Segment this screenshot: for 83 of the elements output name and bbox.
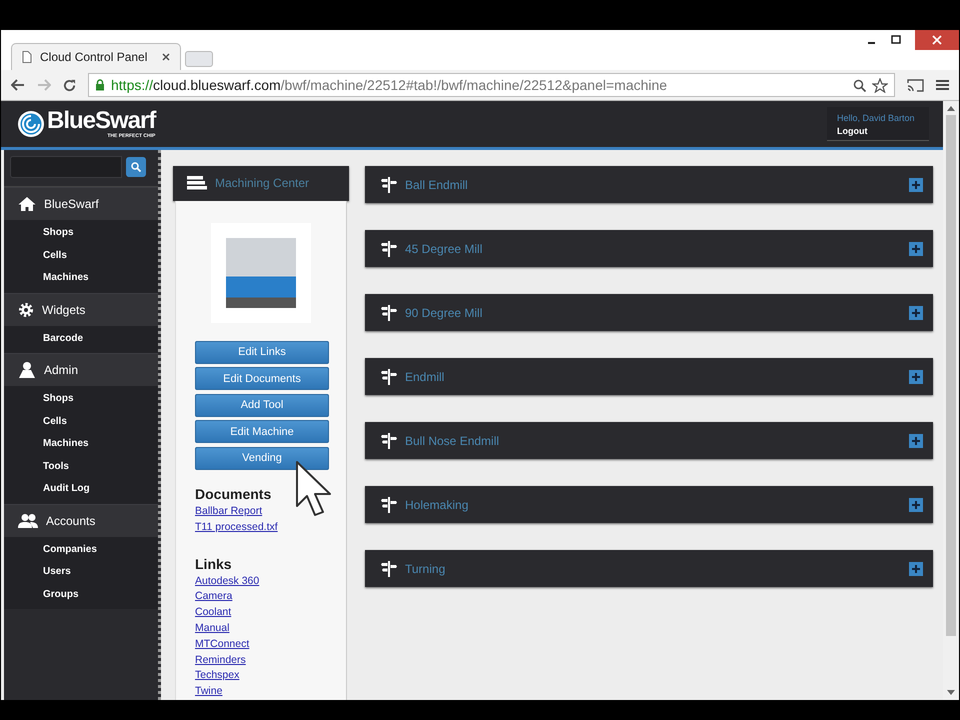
users-icon xyxy=(18,512,38,528)
cast-icon[interactable] xyxy=(907,78,924,92)
signpost-icon xyxy=(381,304,397,320)
menu-icon[interactable] xyxy=(936,79,949,91)
signpost-icon xyxy=(381,240,397,256)
tool-group-bar[interactable]: Turning xyxy=(365,550,933,587)
expand-plus-icon[interactable] xyxy=(909,306,923,320)
tool-group-bar[interactable]: Holemaking xyxy=(365,486,933,523)
logo-wordmark: BlueSwarf xyxy=(47,109,156,133)
link[interactable]: Techspex xyxy=(195,668,240,684)
sidebar-item[interactable]: Companies xyxy=(4,538,158,561)
scroll-down-icon[interactable] xyxy=(947,690,955,696)
browser-tab[interactable]: Cloud Control Panel xyxy=(11,43,181,70)
action-button[interactable]: Vending xyxy=(195,446,329,470)
link[interactable]: Twine xyxy=(195,684,222,700)
action-button[interactable]: Edit Links xyxy=(195,340,329,364)
swirl-logo-icon xyxy=(17,110,45,138)
link[interactable]: MTConnect xyxy=(195,636,250,653)
section-heading: Links xyxy=(195,556,232,572)
window-close-button[interactable] xyxy=(915,30,959,50)
expand-plus-icon[interactable] xyxy=(909,562,923,576)
search-icon xyxy=(131,162,141,172)
sidebar-item[interactable]: Shops xyxy=(4,388,158,410)
sidebar-section[interactable]: Widgets xyxy=(4,292,158,326)
signpost-icon xyxy=(381,176,397,192)
action-button[interactable]: Edit Machine xyxy=(195,420,329,444)
search-field[interactable] xyxy=(10,156,122,178)
close-icon[interactable] xyxy=(162,53,170,61)
close-icon xyxy=(932,35,942,45)
tool-group-bar[interactable]: 90 Degree Mill xyxy=(365,294,933,331)
page-icon xyxy=(22,51,32,63)
stack-icon xyxy=(187,176,207,190)
address-bar[interactable]: https://cloud.blueswarf.com/bwf/machine/22512#tab!/bwf/machine/22512&panel=machine xyxy=(88,73,895,97)
reload-icon[interactable] xyxy=(63,78,76,92)
sidebar-section[interactable]: Accounts xyxy=(4,504,158,536)
greeting-text: Hello, David Barton xyxy=(837,113,915,123)
expand-plus-icon[interactable] xyxy=(909,178,923,192)
zoom-icon[interactable] xyxy=(853,78,866,92)
scrollbar-thumb[interactable] xyxy=(946,115,956,636)
star-icon[interactable] xyxy=(872,78,888,92)
action-button[interactable]: Edit Documents xyxy=(195,367,329,390)
signpost-icon xyxy=(381,560,397,576)
signpost-icon xyxy=(381,368,397,384)
link[interactable]: Manual xyxy=(195,621,230,637)
back-icon[interactable] xyxy=(11,79,25,91)
sidebar-item[interactable]: Cells xyxy=(4,410,158,433)
scroll-up-icon[interactable] xyxy=(947,105,955,111)
sidebar-item[interactable]: Users xyxy=(4,561,158,584)
signpost-icon xyxy=(381,432,397,448)
tool-group-bar[interactable]: Endmill xyxy=(365,358,933,395)
search-button[interactable] xyxy=(126,157,146,177)
link[interactable]: Coolant xyxy=(195,605,232,622)
user-icon xyxy=(18,361,36,379)
expand-plus-icon[interactable] xyxy=(909,498,923,512)
maximize-icon[interactable] xyxy=(891,35,901,45)
gear-icon xyxy=(18,302,34,318)
section-heading: Documents xyxy=(195,486,272,502)
sidebar-item[interactable]: Machines xyxy=(4,267,158,290)
tool-group-bar[interactable]: Bull Nose Endmill xyxy=(365,422,933,459)
sidebar-item[interactable]: Cells xyxy=(4,244,158,267)
sidebar-item[interactable]: Audit Log xyxy=(4,478,158,500)
document-link[interactable]: T11 processed.txf xyxy=(195,520,278,536)
expand-plus-icon[interactable] xyxy=(909,434,923,448)
panel-header: Machining Center xyxy=(173,166,349,201)
logout-link[interactable]: Logout xyxy=(837,126,868,136)
lock-icon xyxy=(95,79,105,91)
link[interactable]: Reminders xyxy=(195,652,246,668)
action-button[interactable]: Add Tool xyxy=(195,394,329,417)
home-icon xyxy=(18,196,36,212)
expand-plus-icon[interactable] xyxy=(909,370,923,384)
sidebar-item[interactable]: Tools xyxy=(4,456,158,478)
sidebar-item[interactable]: Shops xyxy=(4,222,158,244)
signpost-icon xyxy=(381,496,397,512)
tool-group-bar[interactable]: 45 Degree Mill xyxy=(365,230,933,267)
sidebar-section[interactable]: BlueSwarf xyxy=(4,187,158,220)
link[interactable]: Camera xyxy=(195,589,232,606)
expand-plus-icon[interactable] xyxy=(909,242,923,256)
document-link[interactable]: Ballbar Report xyxy=(195,504,262,520)
sidebar-item[interactable]: Machines xyxy=(4,433,158,456)
sidebar-item[interactable]: Groups xyxy=(4,584,158,606)
link[interactable]: Autodesk 360 xyxy=(195,574,260,590)
sidebar-section[interactable]: Admin xyxy=(4,353,158,386)
tool-group-bar[interactable]: Ball Endmill xyxy=(365,166,933,203)
